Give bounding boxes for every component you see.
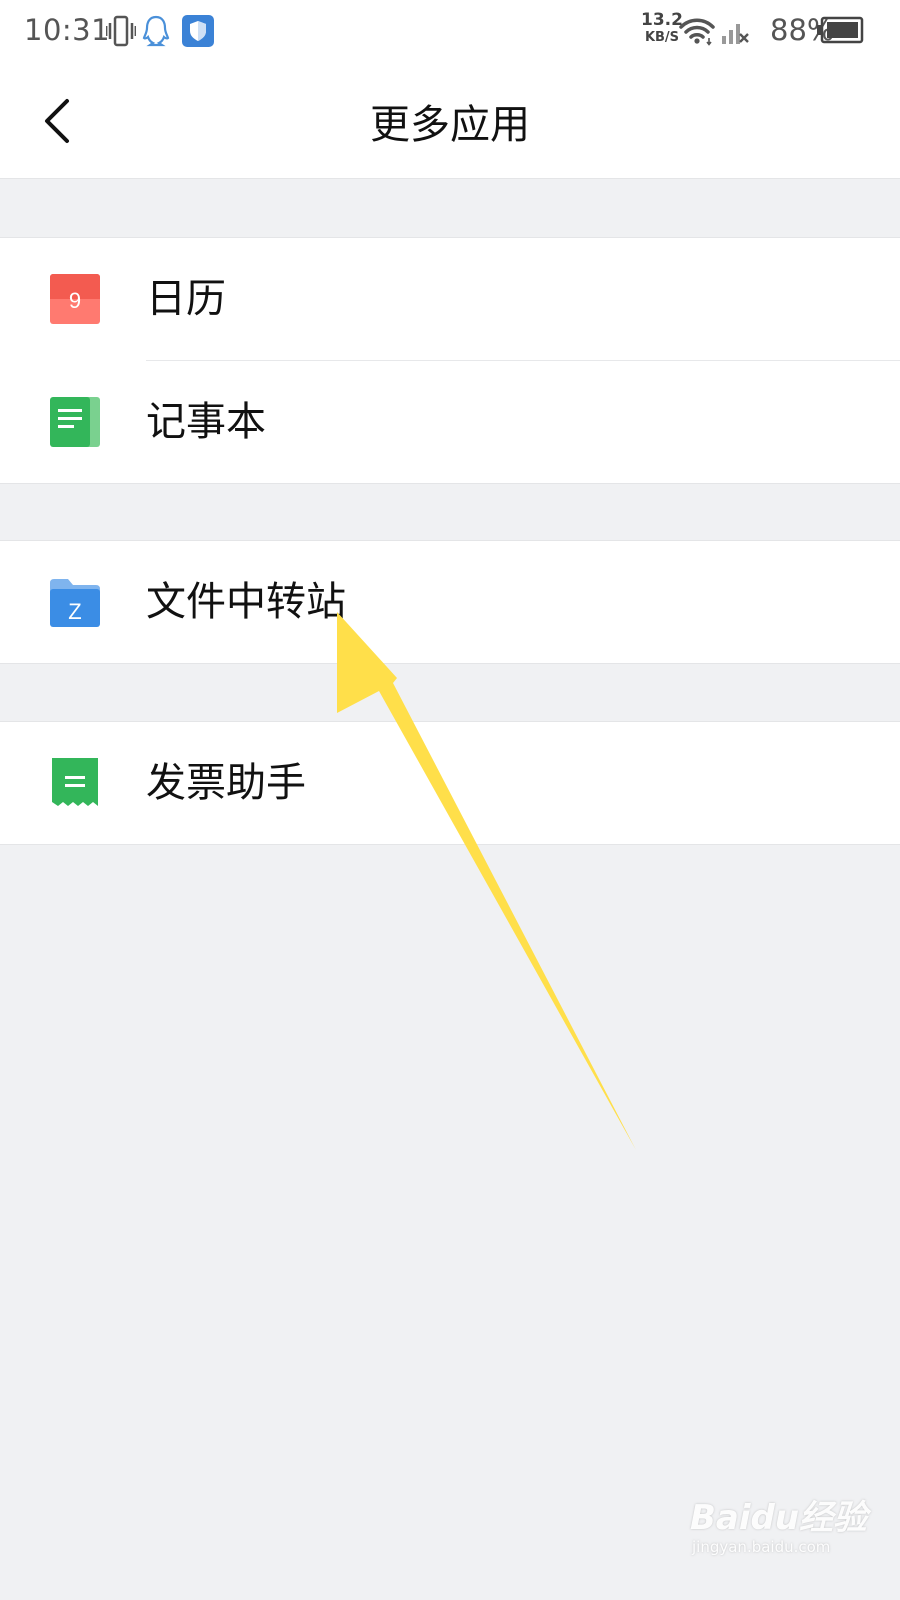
list-item-label: 发票助手 [146,760,306,806]
app-group-2: Z 文件中转站 [0,540,900,664]
wifi-icon [678,16,716,50]
watermark-logo-text: Baidu经验 [690,1498,868,1538]
status-time: 10:31 [24,13,111,47]
list-item-file-transfer[interactable]: Z 文件中转站 [0,541,900,663]
qq-icon [142,14,170,52]
list-item-label: 日历 [146,276,226,322]
invoice-icon [50,758,100,808]
battery-icon [816,16,864,48]
app-group-3: 发票助手 [0,721,900,845]
list-item-invoice[interactable]: 发票助手 [0,722,900,844]
list-item-calendar[interactable]: 9 日历 [0,238,900,360]
app-group-1: 9 日历 记事本 [0,237,900,484]
watermark-url: jingyan.baidu.com [692,1538,831,1556]
calendar-icon-day: 9 [69,288,81,313]
list-item-label: 文件中转站 [146,579,346,625]
vibrate-icon [105,14,137,52]
calendar-icon: 9 [50,274,100,324]
notepad-icon [50,397,100,447]
nav-header: 更多应用 [0,64,900,179]
list-item-label: 记事本 [146,399,266,445]
list-item-notepad[interactable]: 记事本 [0,361,900,483]
shield-icon [182,15,214,51]
status-bar: 10:31 13.2 KB/S 88% [0,0,900,64]
folder-icon-letter: Z [68,599,81,624]
page-title: 更多应用 [370,102,530,148]
cell-signal-icon [720,16,750,50]
watermark: Baidu经验 jingyan.baidu.com [690,1498,880,1556]
folder-icon: Z [50,577,100,627]
